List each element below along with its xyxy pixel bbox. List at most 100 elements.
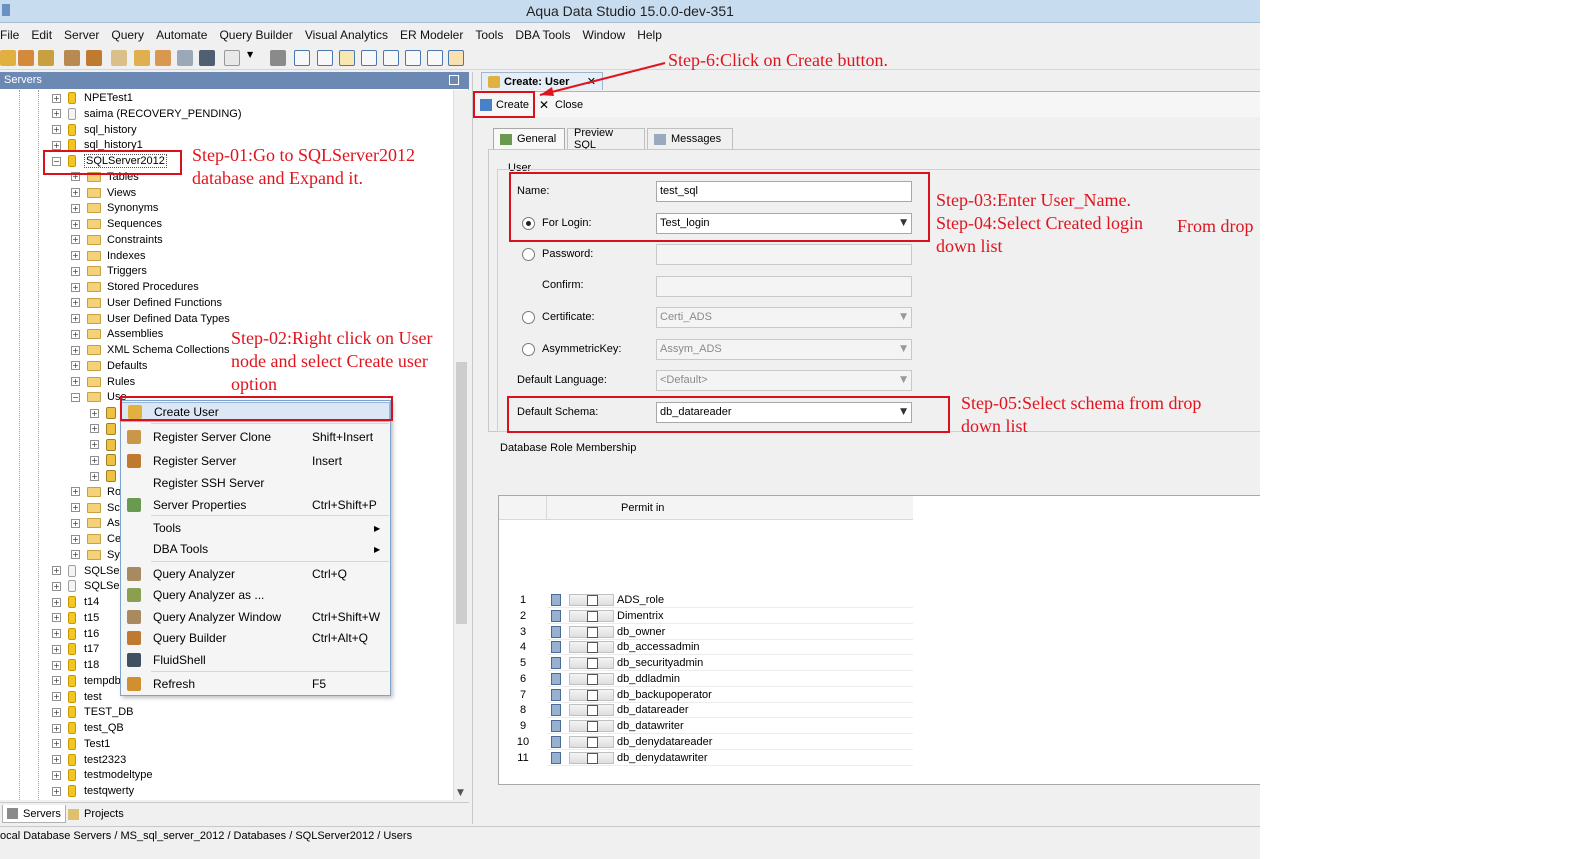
expand-icon[interactable]: + <box>71 235 80 245</box>
expand-icon[interactable]: + <box>52 676 61 686</box>
tree-folder-node[interactable]: + User Defined Functions <box>71 295 222 311</box>
menu-item-dba-tools[interactable]: DBA Tools ▶ <box>121 539 390 559</box>
shell-icon[interactable] <box>199 50 215 66</box>
menu-item-query-builder[interactable]: Query Builder Ctrl+Alt+Q <box>121 628 390 648</box>
menu-item-fluidshell[interactable]: FluidShell <box>121 650 390 670</box>
menu-automate[interactable]: Automate <box>150 28 213 42</box>
close-button[interactable]: ✕ Close <box>539 97 583 113</box>
permit-checkbox[interactable] <box>587 642 598 654</box>
expand-icon[interactable]: + <box>52 644 61 654</box>
expand-icon[interactable]: + <box>52 109 61 119</box>
tree-folder-node[interactable]: + Syn <box>71 547 126 563</box>
tree-folder-node[interactable]: + Triggers <box>71 263 147 279</box>
asymmetric-key-select[interactable]: Assym_ADS ▼ <box>656 339 912 360</box>
permit-checkbox[interactable] <box>587 736 598 748</box>
expand-icon[interactable]: + <box>52 597 61 607</box>
table-compare-icon[interactable] <box>177 50 193 66</box>
menu-item-query-analyzer[interactable]: Query Analyzer Ctrl+Q <box>121 564 390 584</box>
tree-database-node[interactable]: + t17 <box>52 641 99 657</box>
tree-folder-node[interactable]: + Indexes <box>71 248 146 264</box>
expand-icon[interactable]: + <box>52 755 61 764</box>
tree-database-node[interactable]: + t15 <box>52 610 99 626</box>
expand-icon[interactable]: + <box>71 203 80 213</box>
table-row[interactable]: 8 db_datareader <box>499 702 913 719</box>
expand-icon[interactable]: + <box>90 440 99 449</box>
server-properties-icon[interactable] <box>38 50 54 66</box>
certificate-radio[interactable] <box>522 311 535 324</box>
expand-icon[interactable]: + <box>90 408 99 418</box>
tree-folder-node[interactable]: + Stored Procedures <box>71 279 199 295</box>
layout-3-icon[interactable] <box>339 50 355 66</box>
expand-icon[interactable]: + <box>71 361 80 371</box>
tree-folder-node[interactable]: + Synonyms <box>71 200 158 216</box>
expand-icon[interactable]: + <box>52 723 61 733</box>
permit-checkbox[interactable] <box>587 705 598 717</box>
menu-visual-analytics[interactable]: Visual Analytics <box>299 28 394 42</box>
permit-checkbox[interactable] <box>587 658 598 669</box>
tree-folder-node[interactable]: + Cer <box>71 531 125 547</box>
expand-icon[interactable]: + <box>71 282 80 292</box>
table-row[interactable]: 7 db_backupoperator <box>499 687 913 703</box>
tree-database-node[interactable]: + t16 <box>52 626 99 642</box>
expand-icon[interactable]: + <box>52 770 61 780</box>
table-row[interactable]: 9 db_datawriter <box>499 718 913 734</box>
tree-folder-node[interactable]: + Rules <box>71 374 135 390</box>
expand-icon[interactable]: + <box>71 550 80 560</box>
password-input[interactable] <box>656 244 912 265</box>
restore-icon[interactable] <box>449 75 459 85</box>
tree-user-node[interactable]: + <box>90 405 122 421</box>
tree-database-node[interactable]: + test_QB <box>52 720 124 736</box>
expand-icon[interactable]: + <box>52 629 61 638</box>
tree-database-node[interactable]: + TEST_DB <box>52 704 134 720</box>
layout-1-icon[interactable] <box>294 50 310 66</box>
asymmetric-key-radio[interactable] <box>522 343 535 356</box>
expand-icon[interactable]: + <box>71 345 80 355</box>
expand-icon[interactable]: + <box>71 314 80 323</box>
expand-icon[interactable]: + <box>52 660 61 670</box>
layout-5-icon[interactable] <box>383 50 399 66</box>
expand-icon[interactable]: + <box>90 471 99 481</box>
tree-database-node[interactable]: + t18 <box>52 657 99 673</box>
tree-folder-node[interactable]: + Asy <box>71 515 125 531</box>
menu-tools[interactable]: Tools <box>469 28 509 42</box>
tab-general[interactable]: General <box>493 128 565 149</box>
scroll-down-icon[interactable]: ▼ <box>457 788 464 798</box>
menu-item-query-analyzer-window[interactable]: Query Analyzer Window Ctrl+Shift+W <box>121 607 390 627</box>
menu-window[interactable]: Window <box>577 28 632 42</box>
close-tab-icon[interactable]: ✕ <box>587 75 596 88</box>
query-builder-icon[interactable] <box>86 50 102 66</box>
tree-database-node[interactable]: + SQLSer <box>52 578 123 594</box>
menu-item-server-properties[interactable]: Server Properties Ctrl+Shift+P <box>121 495 390 515</box>
layout-2-icon[interactable] <box>317 50 333 66</box>
confirm-input[interactable] <box>656 276 912 297</box>
tree-database-node[interactable]: + tempdb <box>52 673 121 689</box>
menu-file[interactable]: File <box>0 28 25 42</box>
menu-dba-tools[interactable]: DBA Tools <box>509 28 576 42</box>
menu-item-tools[interactable]: Tools ▶ <box>121 518 390 538</box>
expand-icon[interactable]: + <box>52 566 61 575</box>
tree-user-node[interactable]: + <box>90 468 122 484</box>
menu-query[interactable]: Query <box>105 28 150 42</box>
tree-database-node[interactable]: + t14 <box>52 594 99 610</box>
tree-folder-node[interactable]: + Defaults <box>71 358 147 374</box>
table-row[interactable]: 3 db_owner <box>499 624 913 640</box>
tree-database-node[interactable]: + Test1 <box>52 736 110 752</box>
expand-icon[interactable]: + <box>71 266 80 276</box>
expand-icon[interactable]: + <box>52 613 61 623</box>
permit-checkbox[interactable] <box>587 673 598 685</box>
permit-checkbox[interactable] <box>587 752 598 764</box>
menu-item-register-ssh-server[interactable]: Register SSH Server <box>121 473 390 493</box>
layout-6-icon[interactable] <box>405 50 421 66</box>
password-radio[interactable] <box>522 248 535 261</box>
tab-servers[interactable]: Servers <box>2 805 66 823</box>
certificate-select[interactable]: Certi_ADS ▼ <box>656 307 912 328</box>
tree-database-node[interactable]: + saima (RECOVERY_PENDING) <box>52 106 242 122</box>
menu-item-refresh[interactable]: Refresh F5 <box>121 674 390 694</box>
expand-icon[interactable]: + <box>90 455 99 465</box>
tree-folder-node[interactable]: + User Defined Data Types <box>71 311 230 327</box>
permit-checkbox[interactable] <box>587 626 598 638</box>
expand-icon[interactable]: + <box>71 219 80 229</box>
tree-user-node[interactable]: + <box>90 437 122 453</box>
menu-item-register-server[interactable]: Register Server Insert <box>121 451 390 471</box>
tree-database-node[interactable]: + sql_history <box>52 122 137 138</box>
